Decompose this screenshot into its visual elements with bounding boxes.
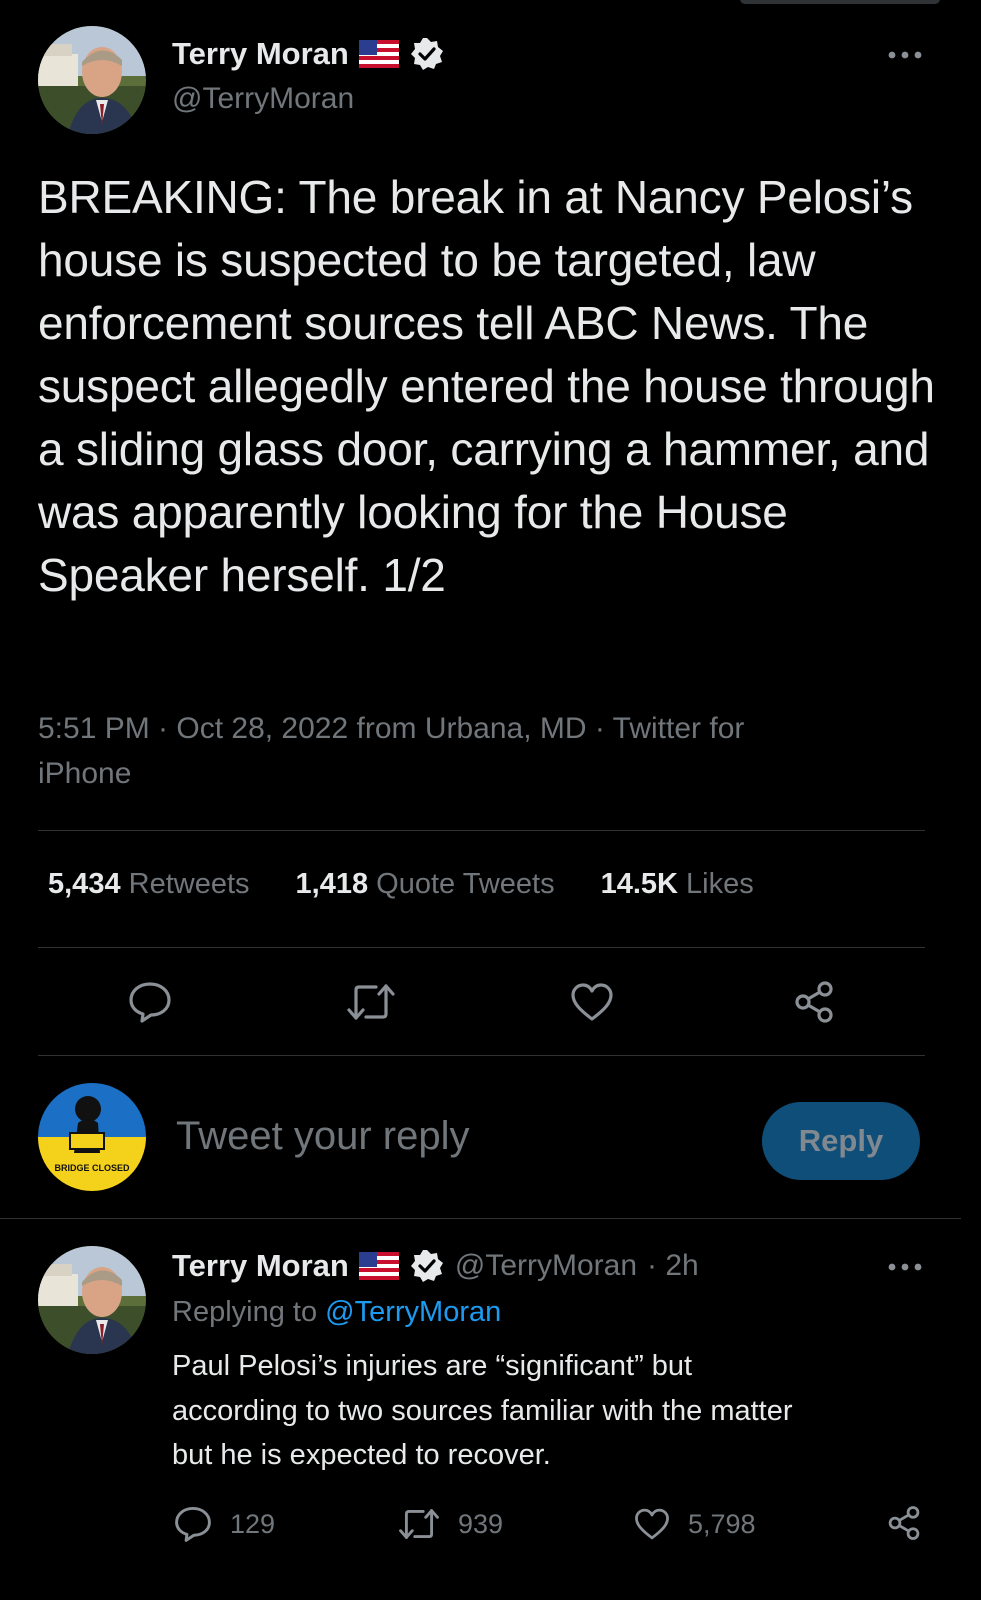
reply-icon[interactable] [128, 980, 172, 1024]
stat-likes[interactable]: 14.5K Likes [601, 868, 754, 901]
tweet-text: BREAKING: The break in at Nancy Pelosi’s… [38, 171, 935, 601]
tweet-stats: 5,434 Retweets 1,418 Quote Tweets 14.5K … [48, 868, 754, 901]
reply-text: Paul Pelosi’s injuries are “significant”… [172, 1350, 793, 1471]
reply-time[interactable]: · 2h [647, 1249, 699, 1283]
author-handle[interactable]: @TerryMoran [172, 82, 354, 116]
author-name-row: Terry Moran [172, 36, 445, 72]
us-flag-icon [358, 40, 399, 68]
divider [0, 1218, 961, 1219]
author-avatar[interactable] [38, 26, 146, 134]
tweet-source[interactable]: iPhone [38, 751, 918, 796]
divider [38, 947, 925, 948]
verified-badge-icon [409, 1248, 445, 1284]
reply-count-action[interactable]: 129 [174, 1505, 275, 1543]
like-icon [634, 1507, 670, 1541]
reply-count: 129 [230, 1508, 276, 1539]
current-user-avatar[interactable]: BRIDGE CLOSED [38, 1083, 146, 1191]
share-icon[interactable] [792, 980, 836, 1024]
tweet-timestamp[interactable]: 5:51 PM · Oct 28, 2022 from Urbana, MD ·… [38, 706, 918, 751]
reply-author-handle[interactable]: @TerryMoran [455, 1249, 637, 1283]
reply-button[interactable]: Reply [762, 1102, 920, 1180]
share-action[interactable] [886, 1505, 922, 1541]
retweet-count: 939 [458, 1508, 504, 1539]
us-flag-icon [358, 1252, 399, 1280]
reply-author-avatar[interactable] [38, 1246, 146, 1354]
author-name[interactable]: Terry Moran [172, 36, 349, 72]
more-icon[interactable] [886, 1257, 926, 1277]
reply-input[interactable]: Tweet your reply [176, 1114, 469, 1159]
avatar-text: BRIDGE CLOSED [54, 1163, 130, 1173]
divider [38, 830, 925, 831]
replying-handle-link[interactable]: @TerryMoran [325, 1296, 501, 1328]
verified-badge-icon [409, 36, 445, 72]
tweet-meta: 5:51 PM · Oct 28, 2022 from Urbana, MD ·… [38, 706, 918, 796]
reply-author-row: Terry Moran @TerryMoran · 2h [172, 1248, 699, 1284]
replying-prefix: Replying to [172, 1296, 318, 1328]
top-pill [740, 0, 940, 4]
like-icon[interactable] [570, 982, 614, 1022]
divider [38, 1055, 925, 1056]
retweet-count-action[interactable]: 939 [398, 1507, 503, 1541]
stat-retweets[interactable]: 5,434 Retweets [48, 868, 250, 901]
more-icon[interactable] [886, 45, 926, 65]
like-count-action[interactable]: 5,798 [634, 1507, 756, 1541]
replying-to: Replying to @TerryMoran [172, 1296, 501, 1329]
retweet-icon [398, 1507, 440, 1541]
retweet-icon[interactable] [346, 982, 396, 1022]
reply-author-name[interactable]: Terry Moran [172, 1248, 349, 1284]
reply-icon [174, 1505, 212, 1543]
stat-quote-tweets[interactable]: 1,418 Quote Tweets [296, 868, 555, 901]
share-icon [886, 1505, 922, 1541]
like-count: 5,798 [688, 1508, 756, 1539]
